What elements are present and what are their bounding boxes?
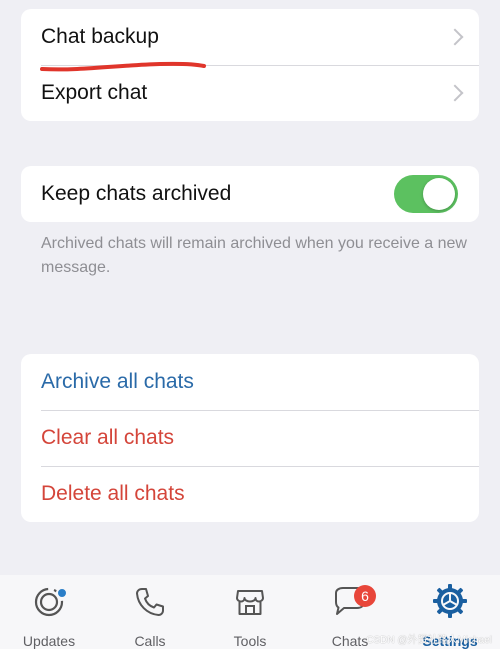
chevron-right-icon	[446, 84, 464, 102]
archive-all-chats-button[interactable]: Archive all chats	[21, 354, 479, 410]
archive-footnote: Archived chats will remain archived when…	[41, 235, 467, 276]
delete-all-chats-button[interactable]: Delete all chats	[21, 466, 479, 522]
clear-all-chats-label: Clear all chats	[41, 426, 175, 449]
tab-calls[interactable]: Calls	[110, 585, 190, 649]
export-chat-row[interactable]: Export chat	[21, 65, 479, 121]
tab-tools[interactable]: Tools	[210, 585, 290, 649]
watermark-text: CSDN @外贸社路人Michael	[366, 635, 492, 646]
backup-settings-group: Chat backup Export chat	[21, 9, 479, 121]
chats-unread-badge: 6	[354, 585, 376, 607]
tab-tools-label: Tools	[233, 633, 267, 649]
tab-updates-label: Updates	[22, 633, 76, 649]
delete-all-chats-label: Delete all chats	[41, 482, 185, 505]
tab-calls-label: Calls	[134, 633, 166, 649]
archive-settings-group: Keep chats archived	[21, 166, 479, 222]
chat-backup-label: Chat backup	[41, 25, 159, 48]
clear-all-chats-button[interactable]: Clear all chats	[21, 410, 479, 466]
keep-chats-archived-row: Keep chats archived	[21, 166, 479, 222]
keep-chats-archived-toggle[interactable]	[394, 175, 458, 213]
store-icon	[236, 590, 264, 615]
chat-backup-row[interactable]: Chat backup	[21, 9, 479, 65]
export-chat-label: Export chat	[41, 81, 148, 104]
toggle-knob	[423, 178, 455, 210]
phone-icon	[136, 588, 164, 616]
chat-actions-group: Archive all chats Clear all chats Delete…	[21, 354, 479, 522]
chevron-right-icon	[446, 28, 464, 46]
archive-all-chats-label: Archive all chats	[41, 370, 194, 393]
updates-unread-dot	[56, 587, 68, 599]
keep-chats-archived-label: Keep chats archived	[41, 182, 232, 205]
tab-updates[interactable]: Updates	[9, 585, 89, 649]
gear-icon	[433, 584, 467, 618]
